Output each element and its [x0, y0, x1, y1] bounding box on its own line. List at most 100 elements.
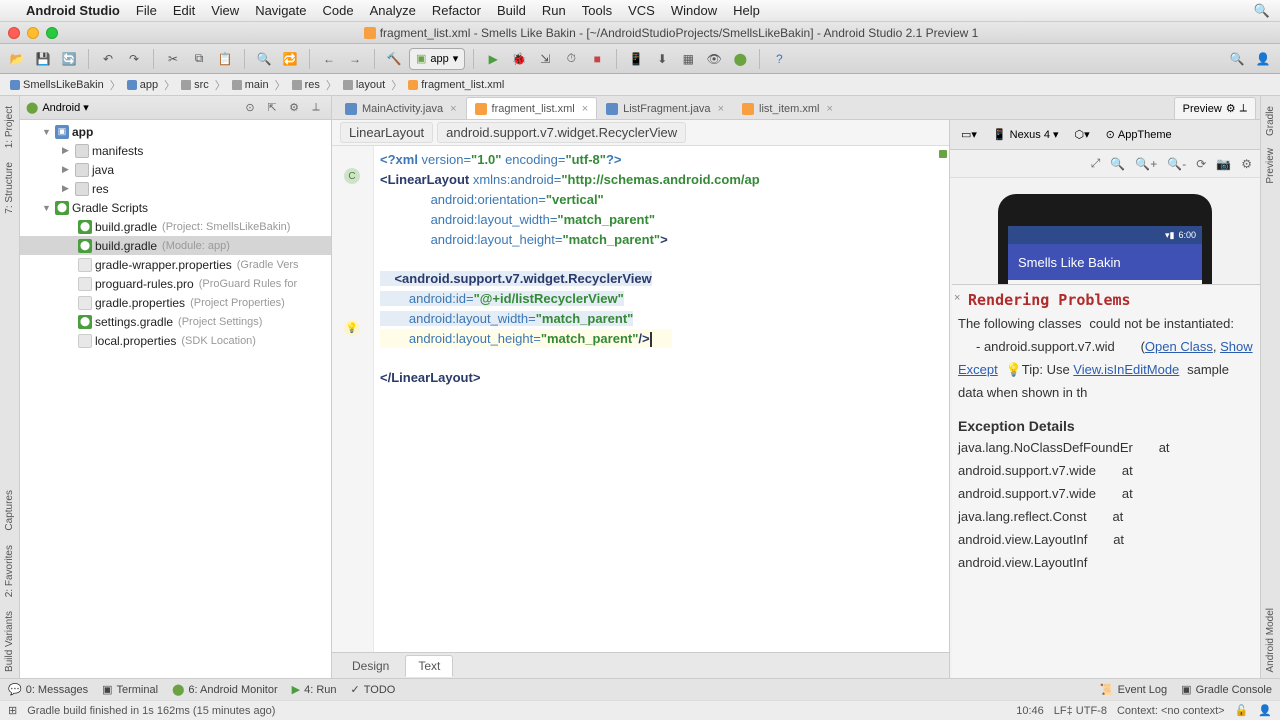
android-icon[interactable]: ⬤: [729, 48, 751, 70]
window-close-button[interactable]: [8, 27, 20, 39]
back-icon[interactable]: ←: [318, 48, 340, 70]
spotlight-icon[interactable]: 🔍: [1254, 3, 1270, 19]
crumb-res[interactable]: res: [288, 79, 324, 91]
menu-help[interactable]: Help: [733, 3, 760, 18]
preview-tool-button[interactable]: Preview⚙⟂: [1174, 97, 1256, 119]
open-class-link[interactable]: Open Class: [1145, 339, 1213, 354]
edge-preview[interactable]: Preview: [1263, 142, 1278, 190]
tree-res[interactable]: ▶res: [20, 179, 331, 198]
account-icon[interactable]: 👤: [1252, 48, 1274, 70]
menu-edit[interactable]: Edit: [173, 3, 195, 18]
redo-icon[interactable]: ↷: [123, 48, 145, 70]
search-everywhere-icon[interactable]: 🔍: [1226, 48, 1248, 70]
device-select[interactable]: 📱Nexus 4▾: [988, 125, 1064, 144]
crumb-src[interactable]: src: [177, 79, 213, 91]
edge-project[interactable]: 1: Project: [2, 100, 17, 154]
hide-icon[interactable]: ⟂: [1240, 102, 1247, 115]
zoom-fit-icon[interactable]: ⤢: [1091, 156, 1101, 171]
zoom-in-icon[interactable]: 🔍+: [1135, 157, 1157, 171]
crumb-app[interactable]: app: [123, 79, 162, 91]
crumb-layout[interactable]: layout: [339, 79, 389, 91]
help-icon[interactable]: ?: [768, 48, 790, 70]
design-tab[interactable]: Design: [340, 656, 401, 676]
settings-icon[interactable]: ⚙: [1241, 157, 1252, 171]
close-icon[interactable]: ×: [582, 103, 588, 115]
open-icon[interactable]: 📂: [6, 48, 28, 70]
tree-app[interactable]: ▼▣app: [20, 122, 331, 141]
sdk-icon[interactable]: ⬇: [651, 48, 673, 70]
paste-icon[interactable]: 📋: [214, 48, 236, 70]
terminal-tab[interactable]: ▣Terminal: [102, 683, 158, 696]
zoom-out-icon[interactable]: 🔍-: [1167, 157, 1186, 171]
make-icon[interactable]: 🔨: [383, 48, 405, 70]
menu-refactor[interactable]: Refactor: [432, 3, 481, 18]
sync-icon[interactable]: 🔄: [58, 48, 80, 70]
messages-tab[interactable]: 💬0: Messages: [8, 683, 88, 696]
tab-list-item[interactable]: list_item.xml×: [733, 97, 842, 119]
scroll-from-source-icon[interactable]: ⊙: [241, 99, 259, 117]
crumb-project[interactable]: SmellsLikeBakin: [6, 79, 108, 91]
panel-hide-icon[interactable]: ⟂: [307, 99, 325, 117]
code-body[interactable]: <?xml version="1.0" encoding="utf-8"?> <…: [332, 146, 949, 652]
edge-variants[interactable]: Build Variants: [2, 605, 17, 678]
edit-mode-link[interactable]: View.isInEditMode: [1073, 362, 1179, 377]
panel-gear-icon[interactable]: ⚙: [285, 99, 303, 117]
replace-icon[interactable]: 🔁: [279, 48, 301, 70]
menu-window[interactable]: Window: [671, 3, 717, 18]
collapse-all-icon[interactable]: ⇱: [263, 99, 281, 117]
tree-item[interactable]: gradle-wrapper.properties(Gradle Vers: [20, 255, 331, 274]
menu-tools[interactable]: Tools: [582, 3, 612, 18]
hector-icon[interactable]: 👤: [1258, 704, 1272, 717]
gradle-console-tab[interactable]: ▣Gradle Console: [1181, 683, 1272, 696]
tab-mainactivity[interactable]: MainActivity.java×: [336, 97, 466, 119]
event-log-tab[interactable]: 📜Event Log: [1100, 683, 1167, 696]
menu-app[interactable]: Android Studio: [26, 3, 120, 18]
forward-icon[interactable]: →: [344, 48, 366, 70]
lock-icon[interactable]: 🔓: [1235, 704, 1249, 717]
gear-icon[interactable]: ⚙: [1226, 102, 1236, 115]
cut-icon[interactable]: ✂: [162, 48, 184, 70]
menu-analyze[interactable]: Analyze: [370, 3, 416, 18]
edge-android-model[interactable]: Android Model: [1263, 602, 1278, 678]
edge-favorites[interactable]: 2: Favorites: [2, 539, 17, 603]
tree-item[interactable]: proguard-rules.pro(ProGuard Rules for: [20, 274, 331, 293]
theme-select[interactable]: ⊙AppTheme: [1101, 125, 1177, 144]
tab-listfragment[interactable]: ListFragment.java×: [597, 97, 733, 119]
profile-icon[interactable]: ⏱: [560, 48, 582, 70]
menu-vcs[interactable]: VCS: [628, 3, 655, 18]
menu-view[interactable]: View: [211, 3, 239, 18]
zoom-reset-icon[interactable]: 🔍: [1110, 157, 1125, 171]
menu-navigate[interactable]: Navigate: [255, 3, 306, 18]
run-tab[interactable]: ▶4: Run: [292, 683, 337, 696]
menu-file[interactable]: File: [136, 3, 157, 18]
run-config-select[interactable]: ▣app▾: [409, 48, 465, 70]
orientation-select[interactable]: ▭▾: [956, 125, 982, 144]
run-icon[interactable]: ▶: [482, 48, 504, 70]
window-maximize-button[interactable]: [46, 27, 58, 39]
undo-icon[interactable]: ↶: [97, 48, 119, 70]
android-monitor-tab[interactable]: ⬤6: Android Monitor: [172, 683, 278, 696]
menu-code[interactable]: Code: [323, 3, 354, 18]
context-label[interactable]: Context: <no context>: [1117, 705, 1225, 717]
close-icon[interactable]: ×: [827, 103, 833, 115]
close-icon[interactable]: ×: [954, 287, 960, 309]
tree-java[interactable]: ▶java: [20, 160, 331, 179]
debug-icon[interactable]: 🐞: [508, 48, 530, 70]
edge-structure[interactable]: 7: Structure: [2, 156, 17, 220]
close-icon[interactable]: ×: [718, 103, 724, 115]
tree-item[interactable]: ⬤settings.gradle(Project Settings): [20, 312, 331, 331]
window-minimize-button[interactable]: [27, 27, 39, 39]
crumb-file[interactable]: fragment_list.xml: [404, 79, 508, 91]
project-tree[interactable]: ▼▣app ▶manifests ▶java ▶res ▼⬤Gradle Scr…: [20, 120, 331, 678]
tab-fragment-list[interactable]: fragment_list.xml×: [466, 97, 598, 119]
tree-item[interactable]: local.properties(SDK Location): [20, 331, 331, 350]
attach-icon[interactable]: ⇲: [534, 48, 556, 70]
save-icon[interactable]: 💾: [32, 48, 54, 70]
screenshot-icon[interactable]: 📷: [1216, 157, 1231, 171]
crumb-main[interactable]: main: [228, 79, 273, 91]
line-sep-encoding[interactable]: LF‡ UTF-8: [1054, 705, 1107, 717]
tree-item[interactable]: ⬤build.gradle(Project: SmellsLikeBakin): [20, 217, 331, 236]
refresh-icon[interactable]: ⟳: [1196, 157, 1206, 171]
monitor-icon[interactable]: 👁: [703, 48, 725, 70]
project-view-select[interactable]: Android▾: [42, 101, 88, 114]
